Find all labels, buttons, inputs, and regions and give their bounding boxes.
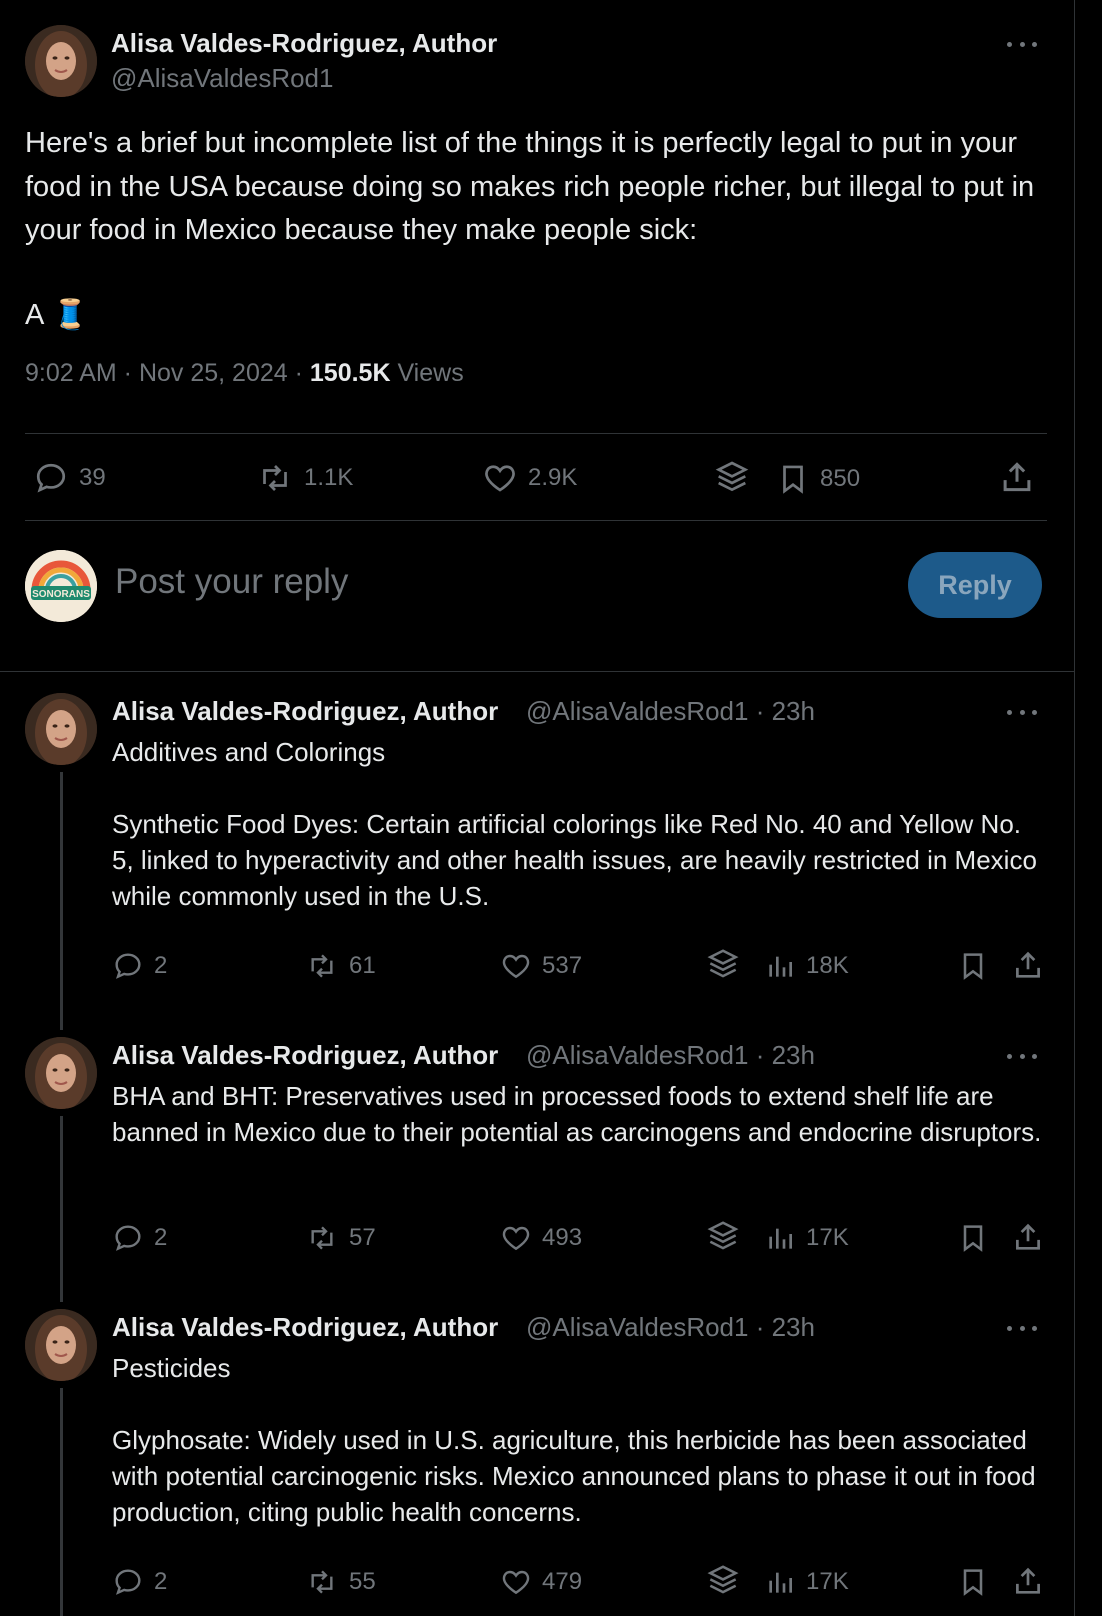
- like-action[interactable]: 537: [500, 950, 582, 982]
- reply-author-name[interactable]: Alisa Valdes-Rodriguez, Author: [112, 1040, 498, 1071]
- more-options-icon[interactable]: [1007, 1318, 1037, 1338]
- reply-icon: [36, 463, 66, 493]
- bookmark-icon: [783, 465, 803, 494]
- repost-icon: [263, 465, 287, 491]
- bookmark-icon[interactable]: [957, 1564, 989, 1600]
- share-icon[interactable]: [998, 458, 1036, 496]
- more-options-icon[interactable]: [1007, 702, 1037, 722]
- repost-count: 61: [349, 952, 376, 979]
- bookmark-icon[interactable]: [957, 1220, 989, 1256]
- like-count: 2.9K: [528, 464, 578, 491]
- more-options-icon[interactable]: [1007, 34, 1037, 54]
- post-meta: 9:02 AM · Nov 25, 2024 · 150.5K Views: [25, 359, 464, 388]
- like-count: 537: [542, 952, 583, 979]
- reply-button[interactable]: Reply: [908, 552, 1042, 618]
- repost-action[interactable]: 61: [305, 950, 376, 982]
- bookmark-icon[interactable]: [957, 948, 989, 984]
- like-count: 479: [542, 1568, 583, 1595]
- share-icon[interactable]: [1011, 1564, 1045, 1598]
- reply-author-name[interactable]: Alisa Valdes-Rodriguez, Author: [112, 696, 498, 727]
- author-avatar[interactable]: [25, 25, 97, 97]
- heart-icon: [485, 465, 515, 492]
- grok-stack-icon[interactable]: [704, 946, 742, 984]
- reply-action[interactable]: 2: [112, 1566, 167, 1598]
- reply-count: 2: [154, 1224, 168, 1251]
- repost-action[interactable]: 57: [305, 1222, 376, 1254]
- heart-icon: [502, 1570, 530, 1595]
- reply-count: 39: [79, 464, 106, 491]
- repost-count: 1.1K: [304, 464, 354, 491]
- thread-connector: [60, 1388, 63, 1616]
- reply-text: BHA and BHT: Preservatives used in proce…: [112, 1081, 1042, 1147]
- analytics-icon: [769, 1572, 792, 1593]
- reply-icon: [115, 1569, 141, 1595]
- thread-prefix: A: [25, 298, 45, 331]
- grok-stack-icon[interactable]: [704, 1562, 742, 1600]
- thread-marker: A 🧵: [25, 298, 88, 332]
- post-text: Here's a brief but incomplete list of th…: [25, 127, 1035, 246]
- divider: [0, 671, 1075, 672]
- reply-action[interactable]: 39: [33, 460, 106, 496]
- repost-action[interactable]: 1.1K: [256, 460, 353, 496]
- like-action[interactable]: 493: [500, 1222, 582, 1254]
- share-icon[interactable]: [1011, 1220, 1045, 1254]
- divider: [25, 520, 1047, 521]
- repost-icon: [311, 1570, 333, 1594]
- reply-text: Pesticides Glyphosate: Widely used in U.…: [112, 1353, 1036, 1527]
- current-user-avatar[interactable]: SONORANS: [25, 550, 97, 622]
- reply-icon: [115, 1225, 141, 1251]
- reply-author-avatar[interactable]: [25, 693, 97, 765]
- views-label: Views: [390, 359, 464, 387]
- repost-count: 55: [349, 1568, 376, 1595]
- grok-stack-icon[interactable]: [712, 458, 752, 498]
- thread-connector: [60, 1116, 63, 1302]
- author-handle[interactable]: @AlisaValdesRod1: [111, 63, 333, 94]
- views-count: 17K: [806, 1568, 849, 1595]
- analytics-icon: [769, 956, 792, 977]
- post-timestamp[interactable]: 9:02 AM · Nov 25, 2024 ·: [25, 359, 310, 387]
- analytics-icon: [769, 1228, 792, 1249]
- author-name[interactable]: Alisa Valdes-Rodriguez, Author: [111, 28, 497, 59]
- bookmark-action[interactable]: 850: [776, 460, 860, 498]
- repost-icon: [311, 954, 333, 978]
- views-action[interactable]: 17K: [764, 1222, 849, 1254]
- views-action[interactable]: 17K: [764, 1566, 849, 1598]
- reply-text: Additives and Colorings Synthetic Food D…: [112, 737, 1037, 911]
- sonorans-logo-text: SONORANS: [32, 589, 90, 600]
- thread-spool-icon: 🧵: [52, 299, 89, 331]
- heart-icon: [502, 1226, 530, 1251]
- views-count: 17K: [806, 1224, 849, 1251]
- views-count: 150.5K: [309, 359, 391, 387]
- reply-author-name[interactable]: Alisa Valdes-Rodriguez, Author: [112, 1312, 498, 1343]
- reply-action[interactable]: 2: [112, 1222, 167, 1254]
- thread-connector: [60, 772, 63, 1030]
- reply-handle-time[interactable]: @AlisaValdesRod1 · 23h: [526, 1312, 815, 1343]
- grok-stack-icon[interactable]: [704, 1218, 742, 1256]
- views-count: 18K: [806, 952, 849, 979]
- like-count: 493: [542, 1224, 583, 1251]
- heart-icon: [502, 954, 530, 979]
- like-action[interactable]: 479: [500, 1566, 582, 1598]
- repost-count: 57: [349, 1224, 376, 1251]
- reply-input[interactable]: Post your reply: [115, 562, 348, 602]
- more-options-icon[interactable]: [1007, 1046, 1037, 1066]
- reply-handle-time[interactable]: @AlisaValdesRod1 · 23h: [526, 696, 815, 727]
- repost-action[interactable]: 55: [305, 1566, 376, 1598]
- reply-count: 2: [154, 952, 168, 979]
- reply-author-avatar[interactable]: [25, 1309, 97, 1381]
- share-icon[interactable]: [1011, 948, 1045, 982]
- reply-action[interactable]: 2: [112, 950, 167, 982]
- like-action[interactable]: 2.9K: [482, 460, 577, 496]
- reply-count: 2: [154, 1568, 168, 1595]
- reply-author-avatar[interactable]: [25, 1037, 97, 1109]
- bookmark-count: 850: [820, 465, 861, 492]
- reply-handle-time[interactable]: @AlisaValdesRod1 · 23h: [526, 1040, 815, 1071]
- repost-icon: [311, 1226, 333, 1250]
- views-action[interactable]: 18K: [764, 950, 849, 982]
- divider: [25, 433, 1047, 434]
- reply-icon: [115, 953, 141, 979]
